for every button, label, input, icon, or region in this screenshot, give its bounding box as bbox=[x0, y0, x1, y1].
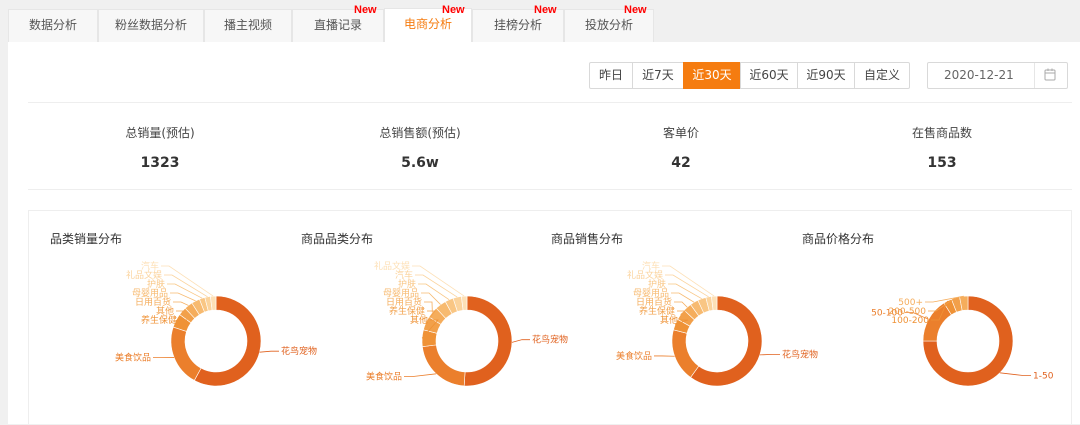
main-panel: 昨日近7天近30天近60天近90天自定义 2020-12-21 总销量(预估) … bbox=[8, 42, 1080, 424]
stat-value: 1323 bbox=[60, 155, 260, 171]
leader-line bbox=[665, 275, 709, 297]
donut-slice[interactable] bbox=[464, 296, 512, 386]
leader-line bbox=[760, 354, 780, 355]
leader-line bbox=[164, 275, 208, 297]
new-badge: New bbox=[442, 4, 465, 16]
leader-line bbox=[260, 351, 279, 352]
leader-line bbox=[176, 320, 187, 321]
divider bbox=[28, 189, 1072, 190]
range-option-5[interactable]: 近90天 bbox=[797, 62, 855, 89]
slice-label: 礼品文娱 bbox=[374, 260, 410, 272]
stat-label: 总销售额(预估) bbox=[320, 124, 520, 141]
stat-label: 总销量(预估) bbox=[60, 124, 260, 141]
leader-line bbox=[415, 275, 457, 297]
range-option-4[interactable]: 近60天 bbox=[740, 62, 798, 89]
leader-line bbox=[421, 293, 441, 305]
stat-label: 客单价 bbox=[581, 124, 781, 141]
date-range-selector: 昨日近7天近30天近60天近90天自定义 bbox=[589, 62, 910, 89]
slice-label: 500+ bbox=[898, 298, 923, 308]
stat-label: 在售商品数 bbox=[842, 124, 1042, 141]
leader-line bbox=[173, 302, 188, 305]
stat-total-revenue: 总销售额(预估) 5.6w bbox=[320, 124, 520, 171]
stat-value: 42 bbox=[581, 155, 781, 171]
new-badge: New bbox=[534, 4, 557, 16]
donut-slice[interactable] bbox=[171, 327, 201, 380]
donut-charts: 花鸟宠物美食饮品养生保健其他日用百货母婴用品护肤礼品文娱汽车花鸟宠物美食饮品其他… bbox=[29, 211, 1071, 425]
new-badge: New bbox=[624, 4, 647, 16]
leader-line bbox=[674, 302, 687, 307]
leader-line bbox=[662, 266, 714, 296]
slice-label: 美食饮品 bbox=[115, 352, 151, 364]
slice-label: 花鸟宠物 bbox=[281, 345, 317, 357]
stat-total-sales: 总销量(预估) 1323 bbox=[60, 124, 260, 171]
leader-line bbox=[412, 266, 464, 296]
leader-line bbox=[404, 374, 436, 377]
donut-slice[interactable] bbox=[422, 345, 465, 386]
date-picker[interactable]: 2020-12-21 bbox=[927, 62, 1068, 89]
divider bbox=[28, 102, 1072, 103]
calendar-icon[interactable] bbox=[1034, 63, 1066, 88]
tab-3[interactable]: 播主视频 bbox=[204, 9, 292, 42]
tab-2[interactable]: 粉丝数据分析 bbox=[98, 9, 204, 42]
leader-line bbox=[671, 293, 694, 302]
range-option-3[interactable]: 近30天 bbox=[683, 62, 741, 89]
leader-line bbox=[170, 293, 196, 301]
tab-bar: 数据分析粉丝数据分析播主视频直播记录New电商分析New挂榜分析New投放分析N… bbox=[0, 0, 1080, 42]
leader-line bbox=[1000, 373, 1031, 376]
stat-value: 5.6w bbox=[320, 155, 520, 171]
range-option-6[interactable]: 自定义 bbox=[854, 62, 910, 89]
leader-line bbox=[512, 340, 530, 343]
date-value: 2020-12-21 bbox=[944, 63, 1014, 88]
stat-products-on-sale: 在售商品数 153 bbox=[842, 124, 1042, 171]
slice-label: 美食饮品 bbox=[366, 371, 402, 383]
new-badge: New bbox=[354, 4, 377, 16]
range-option-1[interactable]: 昨日 bbox=[589, 62, 633, 89]
charts-section: 品类销量分布 商品品类分布 商品销售分布 商品价格分布 花鸟宠物美食饮品养生保健… bbox=[28, 210, 1072, 424]
range-option-2[interactable]: 近7天 bbox=[632, 62, 684, 89]
donut-slice[interactable] bbox=[672, 330, 699, 378]
slice-label: 美食饮品 bbox=[616, 350, 652, 362]
slice-label: 花鸟宠物 bbox=[782, 348, 818, 360]
slice-label: 1-50 bbox=[1033, 371, 1054, 381]
slice-label: 200-500 bbox=[888, 307, 926, 317]
slice-label: 汽车 bbox=[642, 260, 660, 272]
stat-value: 153 bbox=[842, 155, 1042, 171]
stat-avg-order: 客单价 42 bbox=[581, 124, 781, 171]
leader-line bbox=[161, 266, 213, 296]
slice-label: 汽车 bbox=[141, 260, 159, 272]
slice-label: 花鸟宠物 bbox=[532, 334, 568, 346]
tab-1[interactable]: 数据分析 bbox=[8, 9, 98, 42]
slice-label: 100-200 bbox=[891, 316, 929, 326]
